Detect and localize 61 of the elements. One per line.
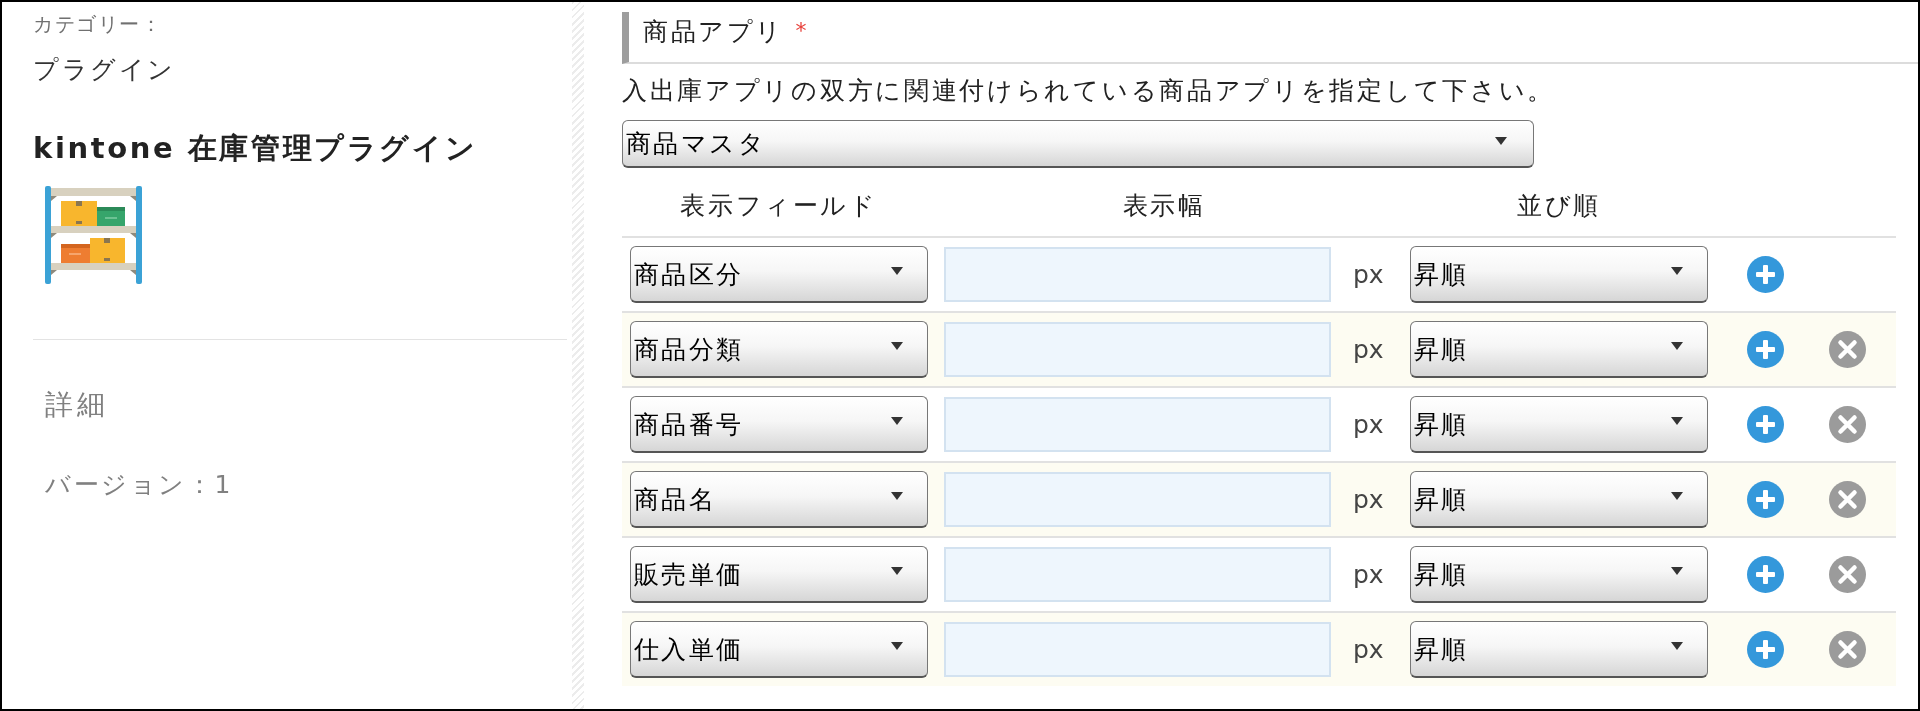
close-icon[interactable]: [1829, 406, 1866, 443]
width-input[interactable]: [944, 472, 1331, 527]
sort-select[interactable]: 昇順: [1410, 546, 1708, 603]
close-icon[interactable]: [1829, 481, 1866, 518]
unit-label: px: [1353, 258, 1384, 291]
unit-label: px: [1353, 333, 1384, 366]
sort-select[interactable]: 昇順: [1410, 471, 1708, 528]
field-select[interactable]: 商品名: [630, 471, 928, 528]
width-input[interactable]: [944, 622, 1331, 677]
details-heading: 詳細: [45, 388, 109, 422]
caret-icon: [891, 267, 903, 275]
caret-icon: [891, 492, 903, 500]
field-select[interactable]: 商品区分: [630, 246, 928, 303]
caret-icon: [1671, 342, 1683, 350]
caret-icon: [1671, 492, 1683, 500]
caret-icon: [891, 417, 903, 425]
unit-label: px: [1353, 558, 1384, 591]
caret-icon: [1671, 267, 1683, 275]
category-label: カテゴリー：: [33, 12, 163, 37]
category-value: プラグイン: [33, 54, 176, 86]
plus-icon[interactable]: [1747, 556, 1784, 593]
caret-icon: [891, 567, 903, 575]
width-input[interactable]: [944, 322, 1331, 377]
width-input[interactable]: [944, 397, 1331, 452]
close-icon[interactable]: [1829, 331, 1866, 368]
sort-select[interactable]: 昇順: [1410, 396, 1708, 453]
sort-select[interactable]: 昇順: [1410, 621, 1708, 678]
width-input[interactable]: [944, 247, 1331, 302]
description-text: 入出庫アプリの双方に関連付けられている商品アプリを指定して下さい。: [622, 75, 1556, 107]
column-header: 表示フィールド: [679, 190, 879, 222]
caret-icon: [1671, 567, 1683, 575]
required-mark: *: [795, 20, 807, 42]
sort-select[interactable]: 昇順: [1410, 321, 1708, 378]
field-select[interactable]: 商品分類: [630, 321, 928, 378]
unit-label: px: [1353, 633, 1384, 666]
caret-icon: [1495, 136, 1507, 145]
section-title: 商品アプリ: [643, 16, 784, 48]
unit-label: px: [1353, 408, 1384, 441]
field-select[interactable]: 販売単価: [630, 546, 928, 603]
column-header: 表示幅: [1121, 190, 1207, 222]
plus-icon[interactable]: [1747, 256, 1784, 293]
plus-icon[interactable]: [1747, 631, 1784, 668]
caret-icon: [891, 642, 903, 650]
plus-icon[interactable]: [1747, 406, 1784, 443]
caret-icon: [1671, 417, 1683, 425]
sort-select[interactable]: 昇順: [1410, 246, 1708, 303]
width-input[interactable]: [944, 547, 1331, 602]
field-select[interactable]: 商品番号: [630, 396, 928, 453]
field-select[interactable]: 仕入単価: [630, 621, 928, 678]
plus-icon[interactable]: [1747, 481, 1784, 518]
close-icon[interactable]: [1829, 631, 1866, 668]
version-text: バージョン：1: [45, 469, 234, 501]
close-icon[interactable]: [1829, 556, 1866, 593]
shelf-icon: [45, 186, 143, 284]
unit-label: px: [1353, 483, 1384, 516]
column-header: 並び順: [1516, 190, 1602, 222]
caret-icon: [891, 342, 903, 350]
plugin-title: kintone 在庫管理プラグイン: [33, 130, 478, 167]
plus-icon[interactable]: [1747, 331, 1784, 368]
caret-icon: [1671, 642, 1683, 650]
app-select[interactable]: 商品マスタ: [622, 120, 1534, 168]
